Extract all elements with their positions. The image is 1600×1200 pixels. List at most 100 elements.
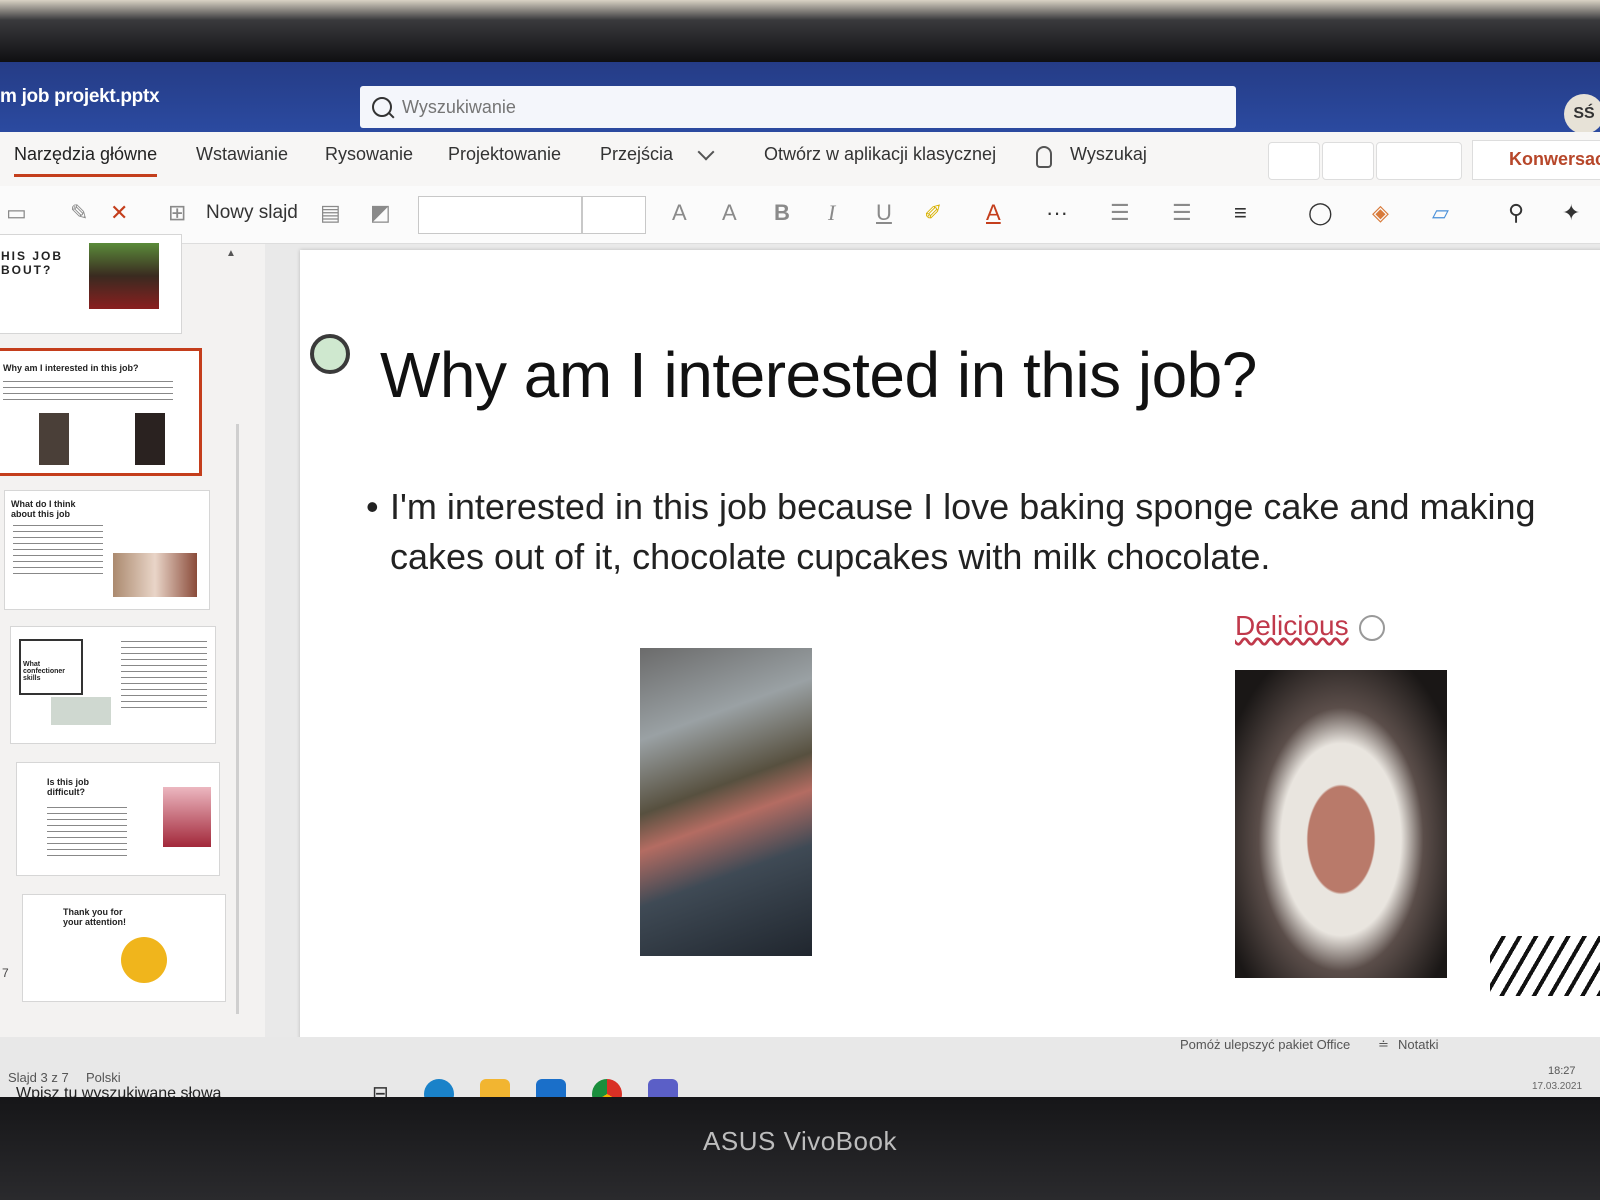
conversation-button[interactable]: Konwersacj <box>1472 140 1600 180</box>
document-title: m job projekt.pptx <box>0 86 160 107</box>
shapes-icon[interactable]: ◯ <box>1308 200 1333 226</box>
bullets-icon[interactable]: ☰ <box>1110 200 1130 226</box>
thumbnail-title: Thank you for your attention! <box>63 907 126 927</box>
caption[interactable]: Delicious <box>1235 610 1385 642</box>
slide-number: 7 <box>2 966 9 980</box>
align-icon[interactable]: ≡ <box>1234 200 1247 226</box>
teams-icon[interactable] <box>648 1079 678 1097</box>
monitor-bezel-top <box>0 0 1600 62</box>
outline-icon[interactable]: ▱ <box>1432 200 1449 226</box>
ribbon-toolbar: ▭ ✎ ✕ ⊞ Nowy slajd ▤ ◩ A A B I U ✐ A ···… <box>0 186 1600 244</box>
font-family-select[interactable] <box>418 196 582 234</box>
open-desktop-app-link[interactable]: Otwórz w aplikacji klasycznej <box>764 144 996 165</box>
slide-thumbnail-6[interactable]: Is this job difficult? <box>16 762 220 876</box>
screen: m job projekt.pptx SŚ Narzędzia główne W… <box>0 62 1600 1097</box>
thumbnail-text <box>121 641 207 711</box>
thumbnail-title: Why am I interested in this job? <box>3 363 139 373</box>
designer-icon[interactable]: ✦ <box>1562 200 1580 226</box>
share-link-button[interactable] <box>1268 142 1320 180</box>
bullet-text: I'm interested in this job because I lov… <box>390 486 1536 577</box>
status-bar: Slajd 3 z 7 Polski <box>0 1064 400 1088</box>
stripes-decoration <box>1490 936 1600 996</box>
caption-text: Delicious <box>1235 610 1349 641</box>
thumbnail-image <box>89 243 159 309</box>
thumbnail-image <box>163 787 211 847</box>
tell-me-search[interactable]: Wyszukaj <box>1070 144 1147 165</box>
find-icon[interactable]: ⚲ <box>1508 200 1524 226</box>
clock-time[interactable]: 18:27 <box>1548 1065 1576 1077</box>
decrease-font-icon[interactable]: A <box>722 200 737 226</box>
slide-thumbnail-5[interactable]: What confectioner skills <box>10 626 216 744</box>
search-box[interactable] <box>360 86 1236 128</box>
slide-thumbnail-4[interactable]: What do I think about this job <box>4 490 210 610</box>
thumbnail-text <box>13 525 103 575</box>
thumbnail-image <box>39 413 69 465</box>
scrollbar-thumb[interactable] <box>236 424 239 1014</box>
cupcakes-photo[interactable] <box>640 648 812 956</box>
smile-emoji-icon <box>1358 614 1385 641</box>
thumbnail-title: Is this job difficult? <box>47 777 90 797</box>
chrome-icon[interactable] <box>592 1079 622 1097</box>
tab-design[interactable]: Projektowanie <box>448 144 561 165</box>
increase-font-icon[interactable]: A <box>672 200 687 226</box>
delete-icon[interactable]: ✕ <box>110 200 128 226</box>
highlight-icon[interactable]: ✐ <box>924 200 942 226</box>
bold-button[interactable]: B <box>774 200 790 226</box>
file-explorer-icon[interactable] <box>480 1079 510 1097</box>
numbering-icon[interactable]: ☰ <box>1172 200 1192 226</box>
present-button[interactable] <box>1376 142 1462 180</box>
paste-icon[interactable]: ▭ <box>6 200 27 226</box>
font-size-select[interactable] <box>582 196 646 234</box>
fill-icon[interactable]: ◈ <box>1372 200 1389 226</box>
search-icon <box>372 97 392 117</box>
slide-thumbnail-2[interactable]: HIS JOB BOUT? <box>0 234 182 334</box>
help-improve-office[interactable]: Pomóż ulepszyć pakiet Office <box>1180 1037 1350 1052</box>
thumbnail-image <box>135 413 165 465</box>
mail-icon[interactable] <box>536 1079 566 1097</box>
device-brand-logo: ASUS VivoBook <box>703 1126 897 1156</box>
language-indicator[interactable]: Polski <box>86 1070 121 1085</box>
thumbnail-text <box>3 381 173 403</box>
thumbnails-scrollbar[interactable]: ▲ ▼ <box>222 244 248 1064</box>
tab-transitions[interactable]: Przejścia <box>600 144 673 165</box>
title-bar: m job projekt.pptx SŚ <box>0 62 1600 134</box>
new-slide-button[interactable]: Nowy slajd <box>206 202 298 224</box>
more-options-button[interactable]: ··· <box>1046 200 1068 226</box>
ribbon-tabs: Narzędzia główne Wstawianie Rysowanie Pr… <box>0 132 1600 186</box>
slide-canvas: Why am I interested in this job? • I'm i… <box>265 244 1600 1064</box>
slide-title[interactable]: Why am I interested in this job? <box>380 338 1257 412</box>
notes-icon: ≐ <box>1378 1037 1389 1052</box>
heart-cake-photo[interactable] <box>1235 670 1447 978</box>
thumbnail-image <box>51 697 111 725</box>
thumbnail-text <box>47 807 127 861</box>
search-input[interactable] <box>402 96 1102 118</box>
tab-insert[interactable]: Wstawianie <box>196 144 288 165</box>
scroll-up-icon[interactable]: ▲ <box>226 248 236 259</box>
tab-draw[interactable]: Rysowanie <box>325 144 413 165</box>
slide-counter: Slajd 3 z 7 <box>8 1070 69 1085</box>
slide-thumbnail-7[interactable]: Thank you for your attention! <box>22 894 226 1002</box>
bullet-icon: • <box>366 486 379 527</box>
edge-icon[interactable] <box>424 1079 454 1097</box>
thumbnail-title: What confectioner skills <box>23 661 66 682</box>
notes-button[interactable]: Notatki <box>1398 1037 1438 1052</box>
comment-button[interactable] <box>1322 142 1374 180</box>
thumbnail-title: HIS JOB BOUT? <box>1 249 64 277</box>
tab-home[interactable]: Narzędzia główne <box>14 144 158 177</box>
chevron-down-icon[interactable] <box>697 143 715 161</box>
circle-decoration <box>310 334 350 374</box>
layout-icon[interactable]: ▤ <box>320 200 341 226</box>
thumbnail-title: What do I think about this job <box>11 499 76 519</box>
font-color-icon[interactable]: A <box>986 200 1001 226</box>
lightbulb-icon <box>1036 146 1052 168</box>
underline-button[interactable]: U <box>876 200 892 226</box>
background-icon[interactable]: ◩ <box>370 200 391 226</box>
slide-body[interactable]: • I'm interested in this job because I l… <box>366 482 1550 582</box>
avatar[interactable]: SŚ <box>1564 94 1600 134</box>
format-painter-icon[interactable]: ✎ <box>70 200 88 226</box>
italic-button[interactable]: I <box>828 200 835 226</box>
slide[interactable]: Why am I interested in this job? • I'm i… <box>300 250 1600 1050</box>
clock-date[interactable]: 17.03.2021 <box>1532 1081 1582 1092</box>
slide-thumbnail-3[interactable]: Why am I interested in this job? <box>0 348 202 476</box>
new-slide-icon: ⊞ <box>168 200 187 225</box>
